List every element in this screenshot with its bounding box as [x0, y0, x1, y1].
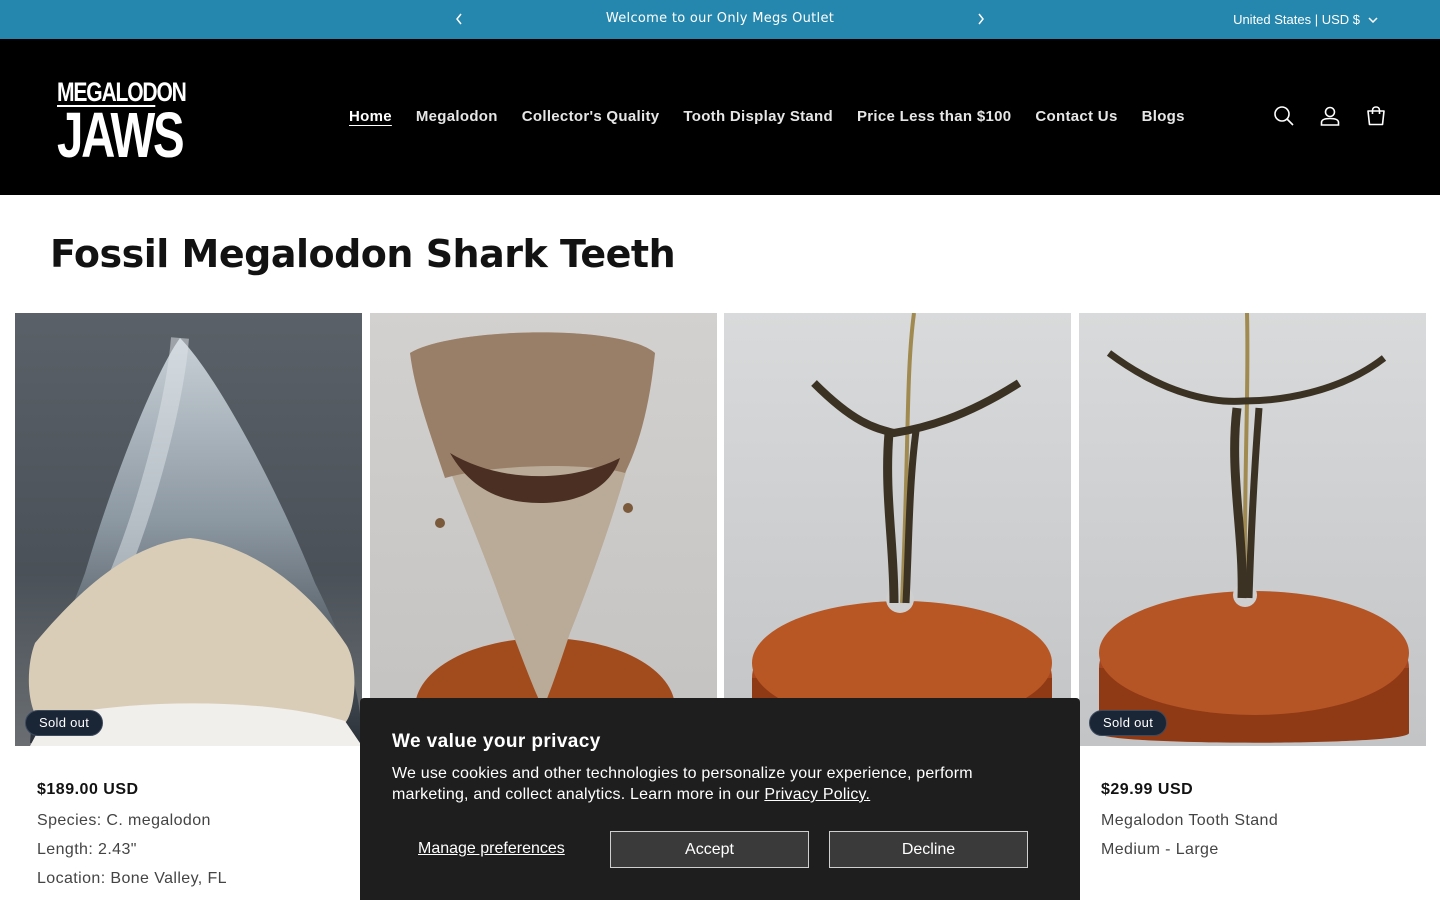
- product-size: Medium - Large: [1101, 841, 1219, 858]
- search-icon: [1274, 106, 1294, 126]
- cookie-consent-banner: We value your privacy We use cookies and…: [360, 698, 1080, 900]
- product-price: $29.99 USD: [1101, 781, 1194, 798]
- search-button[interactable]: [1272, 104, 1296, 128]
- tooth-display-stand-image: [752, 313, 1052, 746]
- product-name: Megalodon Tooth Stand: [1101, 812, 1279, 829]
- cookie-body: We use cookies and other technologies to…: [392, 763, 1052, 805]
- cart-icon: [1367, 106, 1385, 126]
- site-header: MEGALODON JAWS Home Megalodon Collector'…: [0, 39, 1440, 195]
- nav-home[interactable]: Home: [349, 108, 392, 125]
- megalodon-tooth-image: [28, 337, 362, 746]
- chevron-right-icon: [978, 13, 984, 25]
- sold-out-badge: Sold out: [1089, 710, 1168, 736]
- product-length: Length: 2.43": [37, 841, 137, 858]
- product-image[interactable]: Sold out: [1079, 313, 1426, 746]
- manage-preferences-link[interactable]: Manage preferences: [418, 840, 565, 858]
- product-image[interactable]: Sold out: [15, 313, 362, 746]
- logo[interactable]: MEGALODON JAWS: [57, 77, 187, 171]
- accept-button[interactable]: Accept: [610, 831, 809, 868]
- account-button[interactable]: [1318, 104, 1342, 128]
- nav-blogs[interactable]: Blogs: [1142, 108, 1185, 125]
- nav-price-less-than-100[interactable]: Price Less than $100: [857, 108, 1011, 125]
- nav-megalodon[interactable]: Megalodon: [416, 108, 498, 125]
- product-card[interactable]: Sold out $29.99 USD Megalodon Tooth Stan…: [1079, 313, 1426, 858]
- page-title: Fossil Megalodon Shark Teeth: [50, 232, 676, 276]
- product-price: $189.00 USD: [37, 781, 139, 798]
- product-card[interactable]: [370, 313, 717, 746]
- cookie-body-text: We use cookies and other technologies to…: [392, 765, 973, 803]
- chevron-down-icon: [1368, 17, 1378, 23]
- locale-label: United States | USD $: [1233, 12, 1360, 27]
- tooth-display-stand-image: [1099, 313, 1409, 743]
- nav-collectors-quality[interactable]: Collector's Quality: [522, 108, 660, 125]
- product-description: Species: C. megalodon Length: 2.43" Loca…: [37, 806, 227, 893]
- product-description: Megalodon Tooth Stand Medium - Large: [1101, 806, 1278, 864]
- announcement-message: Welcome to our Only Megs Outlet: [605, 11, 835, 26]
- main-nav: Home Megalodon Collector's Quality Tooth…: [349, 108, 1209, 125]
- product-image[interactable]: [370, 313, 717, 746]
- logo-line2: JAWS: [57, 99, 185, 171]
- cart-button[interactable]: [1364, 104, 1388, 128]
- nav-tooth-display-stand[interactable]: Tooth Display Stand: [683, 108, 833, 125]
- cookie-title: We value your privacy: [392, 731, 601, 752]
- product-image[interactable]: [724, 313, 1071, 746]
- product-location: Location: Bone Valley, FL: [37, 870, 227, 887]
- product-species: Species: C. megalodon: [37, 812, 211, 829]
- privacy-policy-link[interactable]: Privacy Policy.: [764, 786, 870, 803]
- product-card[interactable]: [724, 313, 1071, 746]
- product-card[interactable]: Sold out $189.00 USD Species: C. megalod…: [15, 313, 362, 887]
- account-icon: [1320, 106, 1340, 126]
- country-currency-selector[interactable]: United States | USD $: [1233, 12, 1378, 27]
- decline-button[interactable]: Decline: [829, 831, 1028, 868]
- header-icons: [1272, 104, 1388, 128]
- announcement-next-button[interactable]: [971, 9, 991, 29]
- sold-out-badge: Sold out: [25, 710, 104, 736]
- nav-contact-us[interactable]: Contact Us: [1035, 108, 1117, 125]
- megalodon-tooth-on-stand-image: [410, 332, 675, 746]
- announcement-bar: Welcome to our Only Megs Outlet United S…: [0, 0, 1440, 39]
